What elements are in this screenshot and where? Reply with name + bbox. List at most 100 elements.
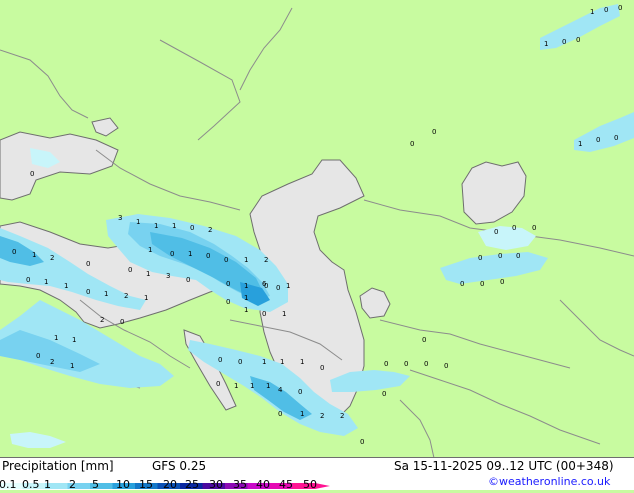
precip-value-label: 0 — [36, 352, 40, 360]
legend-tick-label: 5 — [92, 478, 99, 491]
precip-value-label: 0 — [30, 170, 34, 178]
precip-value-label: 1 — [172, 222, 176, 230]
legend-tick-label: 2 — [69, 478, 76, 491]
precip-value-label: 1 — [244, 256, 248, 264]
precip-value-label: 0 — [604, 6, 608, 14]
precip-value-label: 0 — [562, 38, 566, 46]
precip-value-label: 0 — [498, 252, 502, 260]
precip-value-label: 0 — [120, 318, 124, 326]
legend-tick-label: 20 — [163, 478, 177, 491]
precip-value-label: 0 — [206, 252, 210, 260]
precip-value-label: 0 — [516, 252, 520, 260]
precip-value-label: 2 — [50, 254, 54, 262]
precip-value-label: 1 — [282, 310, 286, 318]
precip-value-label: 4 — [278, 386, 283, 394]
legend-tick-label: 10 — [116, 478, 130, 491]
precip-value-label: 0 — [224, 256, 228, 264]
precip-value-label: 0 — [278, 410, 282, 418]
precip-value-label: 0 — [86, 260, 90, 268]
map-title: Precipitation [mm] — [2, 459, 114, 473]
footer-bar: Precipitation [mm] GFS 0.25 Sa 15-11-202… — [0, 458, 634, 491]
precip-value-label: 1 — [234, 382, 238, 390]
precip-value-label: 0 — [216, 380, 220, 388]
precip-value-label: 0 — [226, 298, 230, 306]
precip-value-label: 0 — [226, 280, 230, 288]
precipitation-map: 0 1 2 0 1 1 0 1 0 2 1 3 1 1 1 0 2 1 0 1 0 0 1 2 0 1 3 0 0 1 0 0 1 6 1 0 1 0 1 2… — [0, 0, 634, 459]
precip-value-label: 0 — [614, 134, 618, 142]
precip-value-label: 0 — [320, 364, 324, 372]
precip-value-label: 1 — [144, 294, 148, 302]
precip-value-label: 1 — [72, 336, 76, 344]
precip-value-label: 3 — [166, 272, 170, 280]
precip-value-label: 1 — [250, 382, 254, 390]
precip-value-label: 2 — [50, 358, 54, 366]
valid-datetime: Sa 15-11-2025 09..12 UTC (00+348) — [394, 459, 614, 473]
legend-tick-label: 35 — [233, 478, 247, 491]
precip-value-label: 1 — [188, 250, 192, 258]
precip-value-label: 1 — [286, 282, 290, 290]
legend-tick-label: 30 — [209, 478, 223, 491]
precip-value-label: 0 — [298, 388, 302, 396]
precip-value-label: 1 — [300, 410, 304, 418]
legend-tick-label: 40 — [256, 478, 270, 491]
precip-value-label: 0 — [422, 336, 426, 344]
precip-value-label: 2 — [100, 316, 104, 324]
precip-value-label: 1 — [44, 278, 48, 286]
precip-value-label: 1 — [136, 218, 140, 226]
precip-value-label: 2 — [264, 256, 268, 264]
model-name: GFS 0.25 — [152, 459, 207, 473]
precip-value-label: 0 — [480, 280, 484, 288]
precip-value-label: 0 — [186, 276, 190, 284]
precip-value-label: 0 — [596, 136, 600, 144]
precip-value-label: 1 — [64, 282, 68, 290]
legend-tick-label: 0.5 — [22, 478, 40, 491]
precip-value-label: 0 — [432, 128, 436, 136]
precip-value-label: 6 — [262, 280, 267, 288]
precip-value-label: 1 — [70, 362, 74, 370]
precip-value-label: 1 — [266, 382, 270, 390]
precip-value-label: 0 — [262, 310, 266, 318]
precip-value-label: 0 — [218, 356, 222, 364]
legend-tick-label: 45 — [279, 478, 293, 491]
precip-value-label: 0 — [532, 224, 536, 232]
precip-value-label: 0 — [360, 438, 364, 446]
precip-value-label: 1 — [54, 334, 58, 342]
precip-value-label: 1 — [148, 246, 152, 254]
precip-value-label: 0 — [276, 284, 280, 292]
precip-value-label: 1 — [544, 40, 548, 48]
precip-value-label: 0 — [424, 360, 428, 368]
legend-tick-label: 25 — [185, 478, 199, 491]
precip-value-label: 0 — [238, 358, 242, 366]
precip-value-label: 2 — [208, 226, 212, 234]
precip-value-label: 0 — [26, 276, 30, 284]
precip-value-label: 1 — [590, 8, 594, 16]
precip-value-label: 0 — [444, 362, 448, 370]
precip-value-label: 1 — [244, 282, 248, 290]
legend-tick-label: 1 — [44, 478, 51, 491]
precip-value-label: 1 — [104, 290, 108, 298]
precip-value-label: 0 — [404, 360, 408, 368]
precip-value-label: 0 — [410, 140, 414, 148]
precip-value-label: 0 — [128, 266, 132, 274]
legend-arrow — [315, 483, 330, 489]
precip-value-label: 3 — [118, 214, 122, 222]
precip-value-label: 0 — [460, 280, 464, 288]
precip-value-label: 0 — [478, 254, 482, 262]
precip-value-label: 0 — [500, 278, 504, 286]
precip-value-label: 1 — [244, 306, 248, 314]
precip-value-label: 2 — [340, 412, 344, 420]
precip-value-label: 1 — [146, 270, 150, 278]
precip-value-label: 0 — [512, 224, 516, 232]
precip-value-label: 0 — [190, 224, 194, 232]
precip-value-label: 2 — [320, 412, 324, 420]
precip-value-label: 1 — [300, 358, 304, 366]
precip-value-label: 1 — [154, 222, 158, 230]
precip-value-label: 1 — [32, 251, 36, 259]
legend-tick-label: 0.1 — [0, 478, 17, 491]
precip-value-label: 0 — [384, 360, 388, 368]
legend-tick-label: 50 — [303, 478, 317, 491]
precip-value-label: 1 — [244, 294, 248, 302]
precip-value-label: 0 — [618, 4, 622, 12]
precip-value-label: 0 — [86, 288, 90, 296]
precip-value-label: 1 — [280, 358, 284, 366]
